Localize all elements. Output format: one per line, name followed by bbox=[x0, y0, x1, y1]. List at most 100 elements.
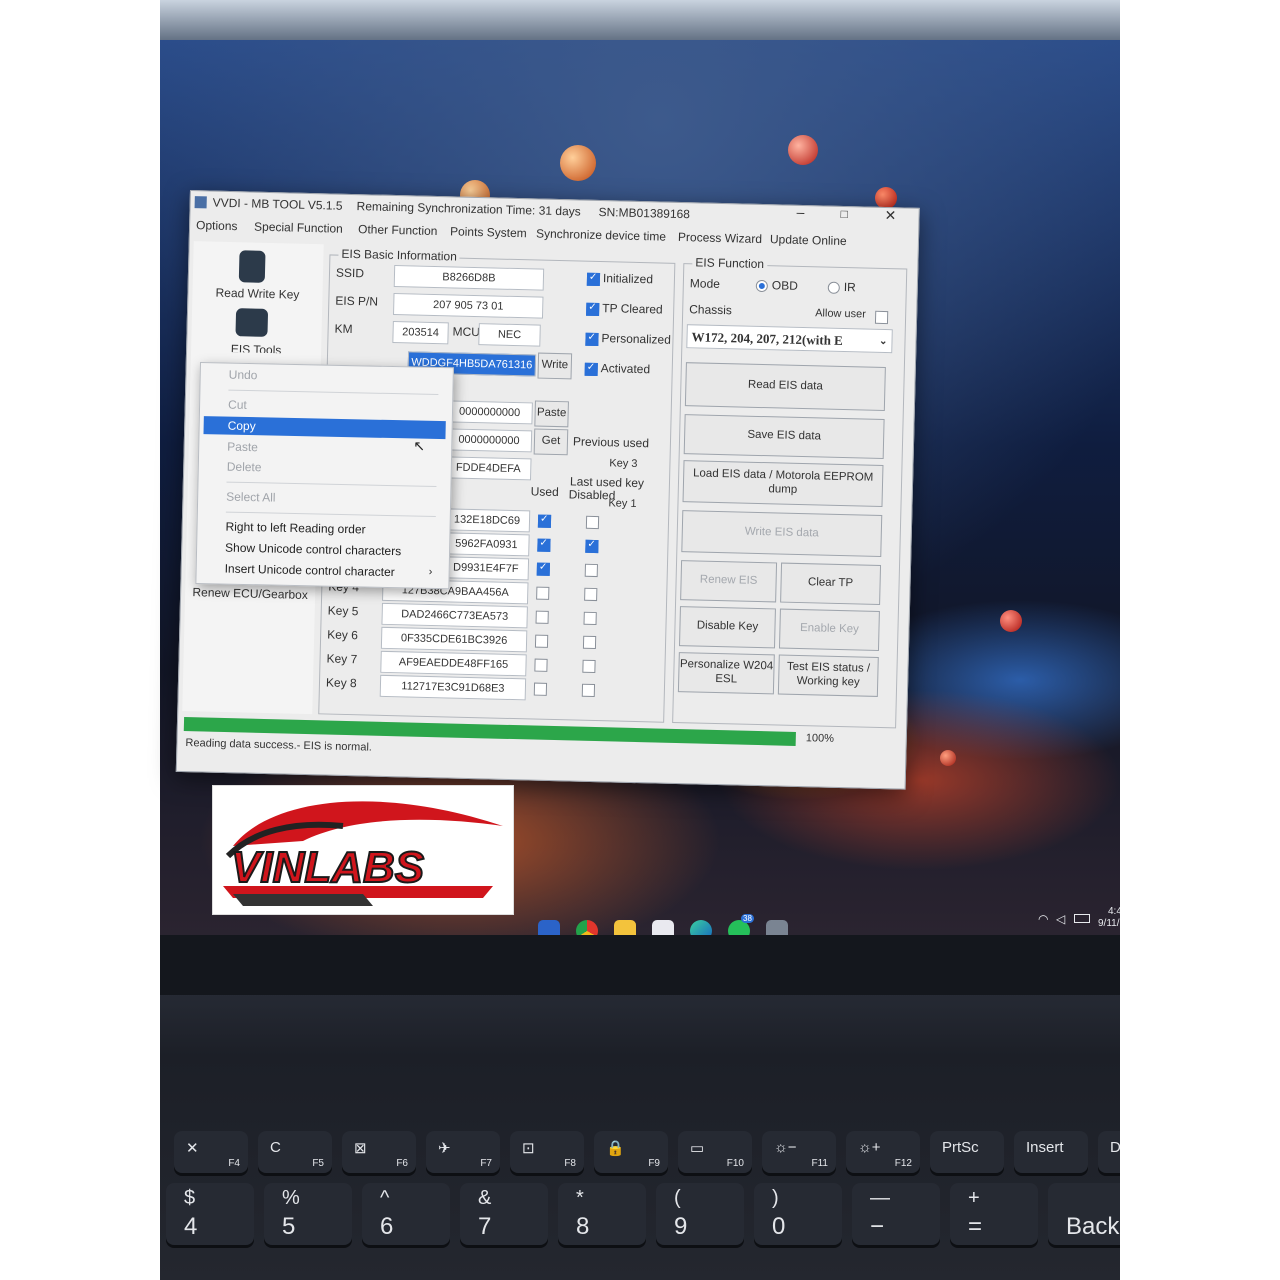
tp-cleared-checkbox[interactable] bbox=[586, 302, 600, 317]
number-key[interactable]: ^ 6 bbox=[362, 1183, 450, 1245]
number-key[interactable]: & 7 bbox=[460, 1183, 548, 1245]
menu-item-copy[interactable]: Copy bbox=[228, 419, 256, 434]
load-eis-data-button[interactable]: Load EIS data / Motorola EEPROM dump bbox=[682, 460, 884, 508]
get-button[interactable]: Get bbox=[533, 428, 569, 456]
number-key[interactable]: $4 bbox=[166, 1183, 254, 1245]
key-disabled-checkbox[interactable] bbox=[583, 611, 597, 626]
key-row-value[interactable]: 5962FA0931 bbox=[443, 532, 530, 557]
key-disabled-checkbox[interactable] bbox=[585, 515, 600, 530]
key-used-checkbox[interactable] bbox=[537, 538, 551, 552]
chassis-select[interactable]: W172, 204, 207, 212(with E ⌄ bbox=[686, 324, 893, 354]
volume-icon[interactable]: ◁ bbox=[1056, 912, 1065, 926]
ir-radio[interactable] bbox=[827, 281, 840, 294]
function-key[interactable]: 🔒 F9 bbox=[594, 1131, 668, 1173]
sidebar-item-read-write-key[interactable]: Read Write Key bbox=[192, 285, 322, 302]
number-key[interactable]: * 8 bbox=[558, 1183, 646, 1245]
number-key[interactable]: — − bbox=[852, 1183, 940, 1245]
function-key[interactable]: ☼− F11 bbox=[762, 1131, 836, 1173]
key-disabled-checkbox[interactable] bbox=[582, 659, 596, 674]
function-key[interactable]: ▭ F10 bbox=[678, 1131, 752, 1173]
sidebar-item-eis-tools[interactable]: EIS Tools bbox=[191, 341, 321, 354]
personalized-checkbox[interactable] bbox=[585, 332, 599, 347]
menu-item-undo[interactable]: Undo bbox=[229, 368, 258, 383]
menu-item-show-unicode[interactable]: Show Unicode control characters bbox=[225, 541, 401, 559]
dealer-key-field[interactable]: 0000000000 bbox=[445, 428, 533, 453]
key-row-value[interactable]: D9931E4F7F bbox=[442, 556, 530, 581]
menu-item-right-to-left[interactable]: Right to left Reading order bbox=[225, 520, 365, 537]
close-icon[interactable]: ✕ bbox=[884, 207, 896, 224]
function-key[interactable]: ⊡ F8 bbox=[510, 1131, 584, 1173]
function-key[interactable]: Insert bbox=[1014, 1131, 1088, 1173]
key-row-value[interactable]: 132E18DC69 bbox=[443, 508, 531, 533]
key-used-checkbox[interactable] bbox=[537, 514, 552, 528]
car-key-icon[interactable] bbox=[238, 250, 266, 283]
key-row-value[interactable]: 0F335CDE61BC3926 bbox=[380, 626, 528, 653]
read-eis-data-button[interactable]: Read EIS data bbox=[684, 362, 886, 412]
key-used-checkbox[interactable] bbox=[534, 658, 548, 672]
key-used-checkbox[interactable] bbox=[533, 682, 548, 696]
key-used-checkbox[interactable] bbox=[535, 610, 549, 624]
km-field[interactable]: 203514 bbox=[392, 320, 449, 345]
menu-item-select-all[interactable]: Select All bbox=[226, 490, 276, 505]
function-key[interactable]: ☼+ F12 bbox=[846, 1131, 920, 1173]
key-disabled-checkbox[interactable] bbox=[584, 587, 598, 602]
key-used-checkbox[interactable] bbox=[534, 634, 549, 648]
test-eis-status-button[interactable]: Test EIS status / Working key bbox=[777, 654, 879, 697]
key-disabled-checkbox[interactable] bbox=[585, 539, 599, 554]
personalize-w204-esl-button[interactable]: Personalize W204 ESL bbox=[677, 652, 775, 695]
renew-eis-button[interactable]: Renew EIS bbox=[680, 560, 778, 603]
save-eis-data-button[interactable]: Save EIS data bbox=[683, 414, 885, 460]
menu-points-system[interactable]: Points System bbox=[450, 224, 527, 240]
eis-module-icon[interactable] bbox=[235, 308, 269, 337]
number-key[interactable]: (9 bbox=[656, 1183, 744, 1245]
key-row-value[interactable]: 112717E3C91D68E3 bbox=[379, 674, 527, 701]
key-used-checkbox[interactable] bbox=[536, 562, 550, 576]
function-key[interactable]: Dele bbox=[1098, 1131, 1120, 1173]
menu-item-insert-unicode[interactable]: Insert Unicode control character bbox=[225, 562, 395, 580]
enable-key-button[interactable]: Enable Key bbox=[778, 608, 880, 651]
write-eis-data-button[interactable]: Write EIS data bbox=[681, 510, 883, 557]
eis-pn-field[interactable]: 207 905 73 01 bbox=[393, 293, 544, 319]
function-key[interactable]: ⊠ F6 bbox=[342, 1131, 416, 1173]
function-key[interactable]: C F5 bbox=[258, 1131, 332, 1173]
menu-synchronize-device-time[interactable]: Synchronize device time bbox=[536, 226, 666, 243]
key-hash-field[interactable]: FDDE4DEFA bbox=[445, 456, 532, 481]
key-disabled-checkbox[interactable] bbox=[584, 563, 598, 578]
function-key[interactable]: ✈ F7 bbox=[426, 1131, 500, 1173]
menu-item-paste[interactable]: Paste bbox=[227, 440, 258, 455]
menu-process-wizard[interactable]: Process Wizard bbox=[678, 230, 762, 246]
password-field[interactable]: 0000000000 bbox=[446, 400, 533, 425]
key-row-value[interactable]: AF9EAEDDE48FF165 bbox=[380, 650, 527, 677]
battery-icon[interactable] bbox=[1074, 914, 1090, 923]
allow-user-checkbox[interactable] bbox=[874, 310, 889, 325]
function-key[interactable]: ✕ F4 bbox=[174, 1131, 248, 1173]
key-disabled-checkbox[interactable] bbox=[581, 683, 596, 698]
wifi-icon[interactable]: ◠ bbox=[1038, 912, 1048, 926]
menu-options[interactable]: Options bbox=[196, 218, 238, 233]
obd-radio[interactable] bbox=[755, 279, 768, 293]
menu-update-online[interactable]: Update Online bbox=[770, 232, 847, 248]
function-key[interactable]: PrtSc bbox=[930, 1131, 1004, 1173]
paste-button[interactable]: Paste bbox=[534, 400, 569, 428]
minimize-icon[interactable]: – bbox=[796, 204, 804, 220]
number-key[interactable]: ) 0 bbox=[754, 1183, 842, 1245]
ssid-field[interactable]: B8266D8B bbox=[393, 265, 545, 291]
menu-item-cut[interactable]: Cut bbox=[228, 398, 247, 412]
maximize-icon[interactable]: □ bbox=[840, 207, 848, 221]
mcu-field[interactable]: NEC bbox=[478, 323, 541, 347]
menu-other-function[interactable]: Other Function bbox=[358, 222, 438, 238]
disable-key-button[interactable]: Disable Key bbox=[679, 606, 776, 649]
clear-tp-button[interactable]: Clear TP bbox=[780, 562, 882, 605]
menu-item-delete[interactable]: Delete bbox=[227, 460, 262, 475]
number-key[interactable]: Back bbox=[1048, 1183, 1120, 1245]
number-key[interactable]: + = bbox=[950, 1183, 1038, 1245]
menu-special-function[interactable]: Special Function bbox=[254, 220, 343, 236]
initialized-checkbox[interactable] bbox=[586, 272, 601, 287]
key-row-value[interactable]: DAD2466C773EA573 bbox=[381, 602, 528, 629]
activated-checkbox[interactable] bbox=[584, 362, 598, 377]
key-disabled-checkbox[interactable] bbox=[582, 635, 597, 650]
write-vin-button[interactable]: Write bbox=[537, 352, 573, 380]
number-key[interactable]: % 5 bbox=[264, 1183, 352, 1245]
key-used-checkbox[interactable] bbox=[536, 586, 550, 600]
sidebar-item-renew-ecu[interactable]: Renew ECU/Gearbox bbox=[185, 585, 315, 602]
